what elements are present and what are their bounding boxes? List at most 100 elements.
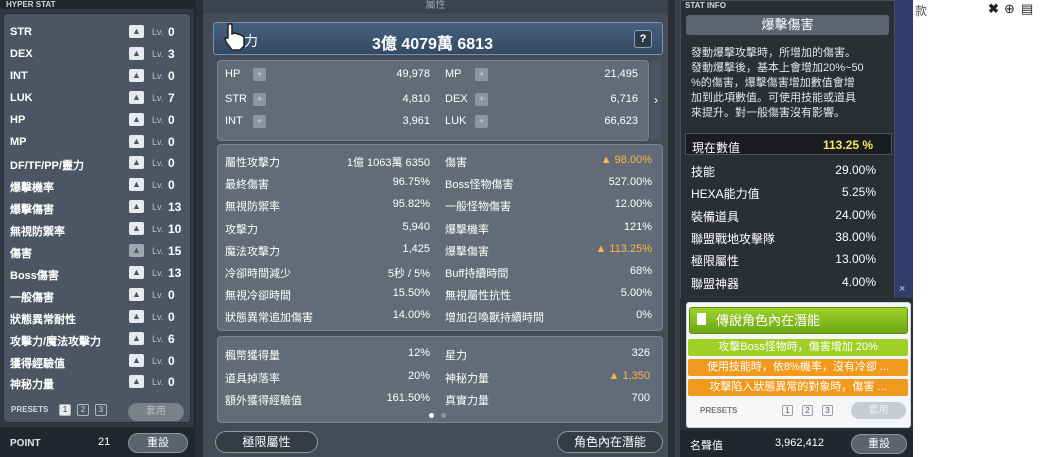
level-label: Lv. (152, 70, 164, 81)
level-up-arrow-icon[interactable]: ▲ (129, 25, 144, 38)
hyper-stat-name: LUK (10, 91, 33, 104)
level-up-arrow-icon[interactable]: ▲ (129, 112, 144, 126)
inner-preset-2-button[interactable]: 2 (802, 405, 813, 416)
misc-stat-value: 700 (631, 392, 650, 404)
page-dot-1[interactable] (429, 413, 434, 418)
hyper-stat-name: 無視防禦率 (10, 226, 65, 239)
detail-stat-label: 無視冷卻時間 (225, 290, 291, 303)
stat-info-row: 聯盟神器 4.00% (691, 275, 876, 296)
level-up-arrow-icon[interactable]: ▲ (129, 309, 144, 323)
stat-info-title: 爆擊傷害 (686, 15, 889, 35)
stat-info-row-label: 技能 (691, 165, 716, 179)
inner-reset-button[interactable]: 重設 (851, 434, 907, 454)
stat-plus-button[interactable]: + (475, 115, 488, 128)
hyper-stat-row: 神秘力量 ▲ Lv. 0 (4, 371, 192, 393)
hyper-stat-row: Boss傷害 ▲ Lv. 13 (4, 262, 192, 284)
stat-plus-button[interactable]: + (253, 68, 266, 81)
hyper-stat-name: 爆擊機率 (10, 182, 54, 195)
hyper-stat-level: 7 (168, 90, 175, 105)
expand-arrow-button[interactable]: › (650, 60, 662, 140)
page-dot-2[interactable] (441, 413, 446, 418)
stat-plus-button[interactable]: + (253, 93, 266, 106)
level-up-arrow-icon[interactable]: ▲ (129, 68, 144, 82)
level-label: Lv. (152, 114, 164, 125)
hyper-reset-button[interactable]: 重設 (128, 433, 188, 453)
level-up-arrow-icon[interactable]: ▲ (129, 156, 144, 170)
combat-power-bar: 力 3億 4079萬 6813 ? (213, 22, 663, 55)
level-up-arrow-icon[interactable]: ▲ (129, 244, 144, 257)
detail-stat-value: 15.50% (392, 287, 430, 300)
stat-info-row-label: 極限屬性 (691, 254, 740, 269)
level-up-arrow-icon[interactable]: ▲ (129, 90, 144, 104)
hyper-stat-name: 爆擊傷害 (10, 204, 54, 217)
fame-value: 3,962,412 (775, 437, 824, 449)
level-label: Lv. (152, 180, 164, 191)
preset-3-button[interactable]: 3 (95, 404, 107, 416)
level-up-arrow-icon[interactable]: ▲ (129, 265, 144, 279)
hyper-stat-name: 一般傷害 (10, 291, 54, 304)
hyper-stat-level: 0 (168, 287, 175, 302)
detail-stat-label: 無視屬性抗性 (445, 290, 511, 303)
help-button[interactable]: ? (634, 30, 652, 48)
level-up-arrow-icon[interactable]: ▲ (129, 222, 144, 236)
hyper-stat-level: 0 (168, 112, 175, 127)
hyper-stat-name: 攻擊力/魔法攻擊力 (10, 335, 102, 348)
hyper-stat-name: 神秘力量 (10, 379, 54, 392)
stat-info-row-label: 聯盟神器 (691, 276, 740, 291)
hyper-stat-row: 獲得經驗值 ▲ Lv. 0 (4, 350, 192, 372)
stat-info-row-value: 24.00% (835, 207, 876, 222)
detail-stat-value: ▲ 113.25% (595, 242, 652, 255)
bookmark-icon (697, 313, 706, 325)
basic-stat-value: 6,716 (610, 93, 638, 105)
detail-stat-label: Buff持續時間 (445, 268, 509, 280)
stat-info-row-value: 13.00% (835, 252, 876, 267)
preset-1-button[interactable]: 1 (59, 404, 71, 416)
level-up-arrow-icon[interactable]: ▲ (129, 200, 144, 214)
level-label: Lv. (152, 158, 164, 169)
document-icon[interactable]: ▤ (1021, 1, 1033, 17)
detail-stat-label: 魔法攻擊力 (225, 245, 280, 258)
basic-stat-label: MP (445, 68, 462, 80)
detail-stat-label: 一般怪物傷害 (445, 201, 511, 214)
hyper-stat-row: 傷害 ▲ Lv. 15 (4, 240, 192, 262)
detail-stat-value: ▲ 98.00% (600, 154, 652, 166)
stat-plus-button[interactable]: + (475, 93, 488, 106)
inner-apply-button[interactable]: 套用 (851, 402, 906, 419)
fame-label: 名聲值 (690, 440, 723, 452)
misc-stat-value: 326 (631, 347, 650, 359)
hyper-stat-level: 0 (168, 156, 175, 171)
level-up-arrow-icon[interactable]: ▲ (129, 353, 144, 367)
inner-preset-3-button[interactable]: 3 (822, 405, 833, 416)
detail-stat-label: 無視防禦率 (225, 201, 280, 214)
level-up-arrow-icon[interactable]: ▲ (129, 331, 144, 345)
level-up-arrow-icon[interactable]: ▲ (129, 287, 144, 301)
hyper-apply-button[interactable]: 套用 (128, 403, 184, 421)
misc-stat-label: 神秘力量 (445, 372, 489, 385)
hyper-stat-row: 爆擊機率 ▲ Lv. 0 (4, 174, 192, 196)
level-up-arrow-icon[interactable]: ▲ (129, 375, 144, 389)
detail-stat-label: 冷卻時間減少 (225, 268, 291, 280)
level-up-arrow-icon[interactable]: ▲ (129, 134, 144, 148)
limit-stat-button[interactable]: 極限屬性 (215, 431, 318, 453)
hyper-stat-level: 13 (168, 200, 182, 215)
close-x-icon[interactable]: ✖ (988, 1, 999, 17)
download-circle-icon[interactable]: ⊕ (1004, 1, 1015, 17)
inner-preset-1-button[interactable]: 1 (782, 405, 793, 416)
hyper-stat-level: 3 (168, 46, 175, 61)
level-up-arrow-icon[interactable]: ▲ (129, 46, 144, 60)
level-label: Lv. (152, 27, 164, 37)
level-up-arrow-icon[interactable]: ▲ (129, 178, 144, 192)
preset-2-button[interactable]: 2 (77, 404, 89, 416)
hyper-stat-row: 狀態異常耐性 ▲ Lv. 0 (4, 306, 192, 328)
stat-plus-button[interactable]: + (253, 115, 266, 128)
close-icon[interactable]: × (899, 283, 905, 295)
level-label: Lv. (152, 377, 164, 388)
stat-info-row: 裝備道具 24.00% (691, 208, 876, 229)
hyper-stat-row: 攻擊力/魔法攻擊力 ▲ Lv. 6 (4, 328, 192, 350)
detail-stat-label: 傷害 (445, 157, 467, 169)
detail-stat-value: 0% (636, 309, 652, 322)
inner-ability-button[interactable]: 角色內在潛能 (557, 431, 663, 453)
stat-plus-button[interactable]: + (475, 68, 488, 81)
level-label: Lv. (152, 92, 164, 103)
browser-area: 款 ✖ ⊕ ▤ (913, 0, 1053, 457)
